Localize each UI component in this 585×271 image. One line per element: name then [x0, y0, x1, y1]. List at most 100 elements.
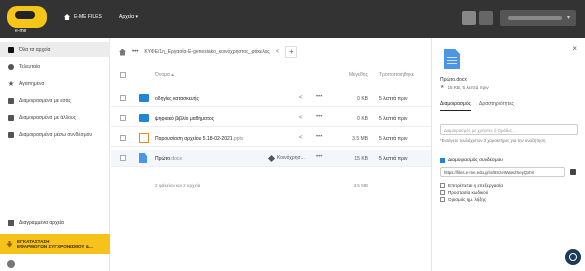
row-checkbox[interactable]	[120, 155, 126, 161]
allow-edit-option[interactable]: Επιτρέπεται η επεξεργασία	[440, 183, 503, 188]
details-panel: × Πρώτο.docx ★ 15 KB, 5 λεπτά πριν Διαμο…	[431, 38, 585, 271]
allow-edit-checkbox[interactable]	[440, 183, 445, 188]
file-size: 3.5 MB	[352, 136, 368, 142]
sidebar-item-favorites[interactable]: Αγαπημένα	[0, 76, 110, 91]
details-meta: ★ 15 KB, 5 λεπτά πριν	[440, 84, 489, 90]
sidebar-item-label: Διαγραμμένα αρχεία	[19, 219, 64, 226]
folder-icon	[8, 46, 14, 53]
top-bar: e-me E-ME FILES Αρχεία ▾ ▾	[0, 0, 585, 38]
more-actions-icon[interactable]: •••	[316, 154, 322, 160]
sidebar-item-deleted[interactable]: Διαγραμμένα αρχεία	[0, 215, 110, 230]
sidebar-item-shared-with-others[interactable]: Διαμοιρασμένα με άλλους	[0, 110, 110, 125]
file-name[interactable]: ψηφιακό βιβλίο μαθήματος	[155, 116, 214, 122]
copy-link-icon[interactable]	[570, 169, 576, 175]
shared-editing-indicator[interactable]: Κοινόχρησ...	[267, 154, 305, 162]
install-sync-apps-button[interactable]: ΕΓΚΑΤΑΣΤΑΣΗ ΕΦΑΡΜΟΓΩΝ ΣΥΓΧΡΟΝΙΣΜΟΥ &...	[0, 234, 110, 254]
more-actions-icon[interactable]: •••	[316, 94, 322, 100]
search-hint: *Εισάγετε τουλάχιστον 3 χαρακτήρες για τ…	[440, 138, 546, 143]
share-with-input[interactable]: Διαμοιρασμός με χρήστες ή Ομάδες...	[440, 124, 578, 135]
table-row[interactable]: ψηφιακό βιβλίο μαθήματος < ••• 0 KB 5 λε…	[111, 110, 431, 127]
tab-sharing[interactable]: Διαμοιρασμός	[440, 101, 472, 111]
row-checkbox[interactable]	[120, 135, 126, 141]
user-chevron-icon: ▾	[566, 15, 570, 21]
file-name[interactable]: Πρώτο.docx	[155, 156, 182, 162]
e-me-logo[interactable]: e-me	[5, 4, 51, 34]
user-name-placeholder	[508, 16, 562, 20]
file-name[interactable]: Παρουσίαση αρχείου 5.18-02-2021.pptx	[155, 136, 243, 142]
sidebar-item-label: Τελευταία	[19, 63, 40, 70]
file-extension: .docx	[169, 156, 182, 162]
new-item-button[interactable]: +	[285, 46, 298, 58]
column-name[interactable]: Όνομα ▴	[155, 72, 174, 78]
expiry-checkbox[interactable]	[440, 197, 445, 202]
home-icon[interactable]	[119, 48, 126, 56]
table-row[interactable]: Παρουσίαση αρχείου 5.18-02-2021.pptx < •…	[111, 130, 431, 147]
share-link-toggle[interactable]: Διαμοιρασμός συνδέσμου	[440, 158, 503, 163]
chat-bubble-icon[interactable]	[565, 249, 581, 265]
download-icon	[6, 240, 13, 248]
user-menu[interactable]: ▾	[500, 10, 576, 26]
apps-label: Αρχεία	[119, 14, 135, 20]
sidebar-item-label: Διαμοιρασμένα μέσω συνδέσμου	[19, 131, 93, 138]
file-size: 15 KB	[354, 156, 368, 162]
expiry-label: Ορισμός ημ. λήξης	[448, 197, 487, 202]
password-option[interactable]: Προστασία κωδικού	[440, 190, 488, 195]
sidebar-item-recent[interactable]: Τελευταία	[0, 59, 110, 74]
sidebar-item-shared-with-you[interactable]: Διαμοιρασμένα με εσάς	[0, 93, 110, 108]
install-label-line2: ΕΦΑΡΜΟΓΩΝ ΣΥΓΧΡΟΝΙΣΜΟΥ &...	[17, 244, 93, 249]
sidebar-item-shared-by-link[interactable]: Διαμοιρασμένα μέσω συνδέσμου	[0, 127, 110, 142]
more-path-icon[interactable]: •••	[132, 49, 138, 55]
more-actions-icon[interactable]: •••	[316, 134, 322, 140]
breadcrumb-current[interactable]: ΚΥΦΕ/1η_Εργασία-Ε-genesiako_κοινόχρηστος…	[144, 49, 270, 55]
share-icon[interactable]: <	[299, 135, 303, 141]
logo-eyes-icon	[15, 11, 35, 19]
row-checkbox[interactable]	[120, 95, 126, 101]
logo-wordmark: e-me	[15, 28, 27, 34]
tab-activity[interactable]: Δραστηριότητες	[479, 101, 514, 111]
password-label: Προστασία κωδικού	[448, 190, 489, 195]
select-all-checkbox[interactable]	[120, 72, 126, 78]
allow-edit-label: Επιτρέπεται η επεξεργασία	[448, 183, 503, 188]
sidebar-item-label: Όλα τα αρχεία	[19, 46, 51, 53]
share-link-checkbox[interactable]	[440, 158, 445, 163]
share-link-url-field[interactable]: https://files.e-me.edu.gr/s/BSzeWww2SeyQ…	[440, 167, 565, 177]
files-home-link[interactable]: E-ME FILES	[64, 14, 102, 20]
link-icon	[8, 131, 14, 138]
sidebar-item-all-files[interactable]: Όλα τα αρχεία	[0, 42, 110, 57]
star-icon[interactable]: ★	[440, 84, 444, 90]
document-file-icon	[139, 153, 147, 163]
file-name[interactable]: οδηγίες κατασκευής	[155, 96, 199, 102]
total-size: 3.5 MB	[353, 183, 368, 188]
share-icon[interactable]: <	[299, 95, 303, 101]
folder-icon	[139, 94, 149, 102]
sidebar: Όλα τα αρχεία Τελευταία Αγαπημένα Διαμοι…	[0, 38, 110, 271]
close-icon[interactable]: ×	[572, 44, 577, 53]
expiry-option[interactable]: Ορισμός ημ. λήξης	[440, 197, 486, 202]
sidebar-item-label: Αγαπημένα	[19, 80, 45, 87]
editing-label: Κοινόχρησ...	[277, 155, 305, 161]
breadcrumb: ••• ΚΥΦΕ/1η_Εργασία-Ε-genesiako_κοινόχρη…	[111, 45, 431, 59]
file-name-text: οδηγίες κατασκευής	[155, 96, 199, 102]
file-modified: 5 λεπτά πριν	[379, 96, 408, 102]
settings-gear-icon[interactable]	[7, 260, 15, 268]
more-actions-icon[interactable]: •••	[316, 114, 322, 120]
file-modified: 5 λεπτά πριν	[379, 156, 408, 162]
share-icon[interactable]: <	[299, 115, 303, 121]
file-list-area: ••• ΚΥΦΕ/1η_Εργασία-Ε-genesiako_κοινόχρη…	[111, 38, 431, 271]
sidebar-item-label: Διαμοιρασμένα με εσάς	[19, 97, 71, 104]
table-row[interactable]: οδηγίες κατασκευής < ••• 0 KB 5 λεπτά πρ…	[111, 90, 431, 107]
folder-icon	[139, 114, 149, 122]
presentation-file-icon	[139, 133, 149, 143]
install-label: ΕΓΚΑΤΑΣΤΑΣΗ ΕΦΑΡΜΟΓΩΝ ΣΥΓΧΡΟΝΙΣΜΟΥ &...	[17, 239, 93, 249]
password-checkbox[interactable]	[440, 190, 445, 195]
column-modified[interactable]: Τροποποιήθηκε	[379, 72, 414, 78]
table-row[interactable]: Πρώτο.docx Κοινόχρησ... ••• 15 KB 5 λεπτ…	[111, 150, 431, 167]
table-header: Όνομα ▴ Μέγεθος Τροποποιήθηκε	[111, 71, 431, 81]
chevron-down-icon: ▾	[135, 14, 138, 20]
notifications-icon[interactable]	[479, 11, 493, 25]
share-icon[interactable]: <	[276, 49, 280, 55]
apps-menu[interactable]: Αρχεία ▾	[115, 13, 142, 21]
column-size[interactable]: Μέγεθος	[336, 72, 368, 78]
row-checkbox[interactable]	[120, 115, 126, 121]
grid-view-icon[interactable]	[462, 11, 476, 25]
